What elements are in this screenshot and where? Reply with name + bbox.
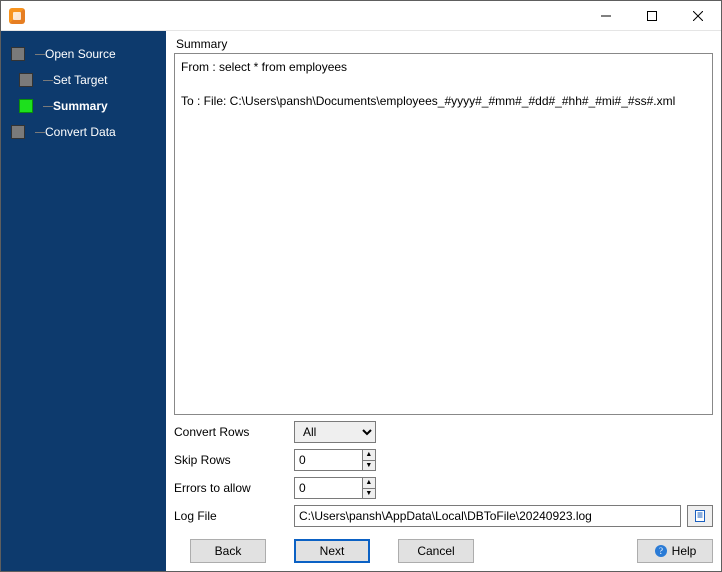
wizard-footer: Back Next Cancel ? Help	[174, 537, 713, 565]
help-button[interactable]: ? Help	[637, 539, 713, 563]
sidebar-item-label: Open Source	[45, 47, 116, 61]
sidebar-item-label: Set Target	[53, 73, 107, 87]
help-icon: ?	[654, 544, 668, 558]
log-file-label: Log File	[174, 509, 294, 523]
summary-from-line: From : select * from employees	[181, 58, 706, 76]
spinner-down-icon[interactable]: ▼	[363, 489, 375, 499]
svg-text:?: ?	[659, 546, 663, 556]
maximize-button[interactable]	[629, 1, 675, 31]
skip-rows-label: Skip Rows	[174, 453, 294, 467]
step-marker-icon	[19, 99, 33, 113]
errors-allow-input[interactable]	[295, 478, 362, 498]
minimize-button[interactable]	[583, 1, 629, 31]
back-button[interactable]: Back	[190, 539, 266, 563]
wizard-sidebar: Open Source Set Target Summary Convert D…	[1, 31, 166, 571]
file-icon	[693, 509, 707, 523]
sidebar-item-set-target[interactable]: Set Target	[1, 67, 166, 93]
errors-allow-spinner[interactable]: ▲ ▼	[294, 477, 376, 499]
sidebar-item-convert-data[interactable]: Convert Data	[1, 119, 166, 145]
step-marker-icon	[11, 125, 25, 139]
convert-rows-label: Convert Rows	[174, 425, 294, 439]
step-marker-icon	[11, 47, 25, 61]
next-button[interactable]: Next	[294, 539, 370, 563]
sidebar-item-label: Summary	[53, 99, 108, 113]
app-window: Open Source Set Target Summary Convert D…	[0, 0, 722, 572]
step-marker-icon	[19, 73, 33, 87]
sidebar-item-open-source[interactable]: Open Source	[1, 41, 166, 67]
help-button-label: Help	[672, 544, 697, 558]
spinner-up-icon[interactable]: ▲	[363, 478, 375, 489]
sidebar-item-label: Convert Data	[45, 125, 116, 139]
summary-to-line: To : File: C:\Users\pansh\Documents\empl…	[181, 92, 706, 110]
log-file-browse-button[interactable]	[687, 505, 713, 527]
sidebar-item-summary[interactable]: Summary	[1, 93, 166, 119]
log-file-input[interactable]	[294, 505, 681, 527]
skip-rows-input[interactable]	[295, 450, 362, 470]
main-panel: Summary From : select * from employees T…	[166, 31, 721, 571]
errors-allow-label: Errors to allow	[174, 481, 294, 495]
titlebar	[1, 1, 721, 31]
section-title: Summary	[176, 37, 713, 51]
spinner-up-icon[interactable]: ▲	[363, 450, 375, 461]
summary-textarea[interactable]: From : select * from employees To : File…	[174, 53, 713, 415]
app-icon	[9, 8, 25, 24]
spinner-down-icon[interactable]: ▼	[363, 461, 375, 471]
close-button[interactable]	[675, 1, 721, 31]
cancel-button[interactable]: Cancel	[398, 539, 474, 563]
convert-rows-select[interactable]: All	[294, 421, 376, 443]
skip-rows-spinner[interactable]: ▲ ▼	[294, 449, 376, 471]
